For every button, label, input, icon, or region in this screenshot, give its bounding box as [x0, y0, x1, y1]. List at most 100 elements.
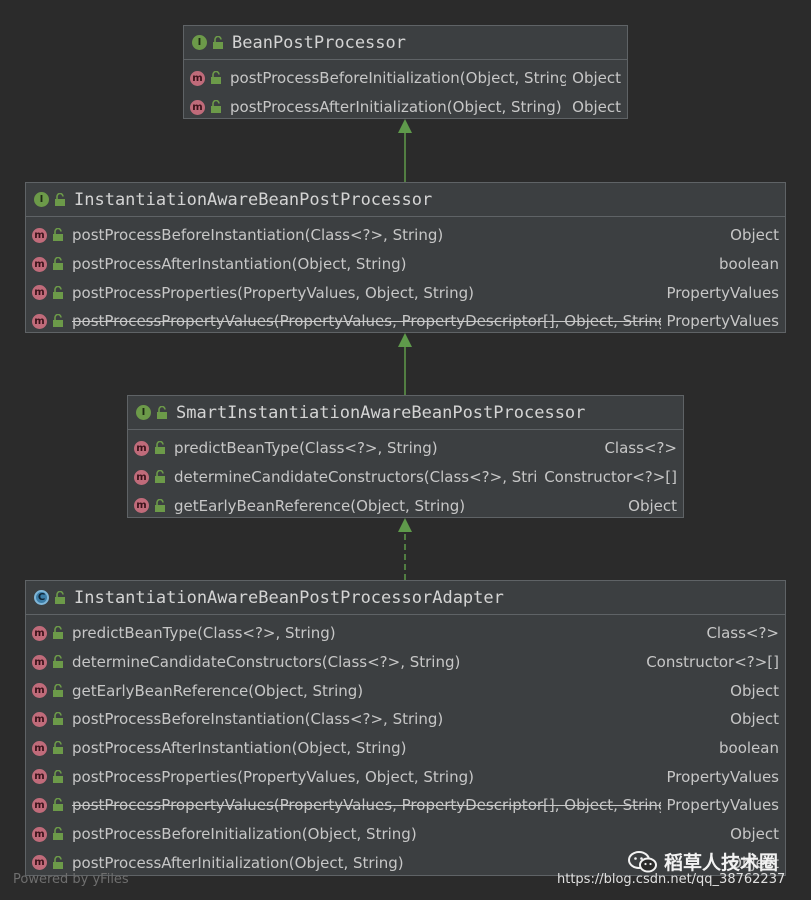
method-return-type: Object — [730, 226, 779, 245]
method-row[interactable]: m postProcessBeforeInstantiation(Class<?… — [26, 705, 785, 734]
method-row-deprecated[interactable]: m postProcessPropertyValues(PropertyValu… — [26, 791, 785, 820]
method-return-type: Object — [730, 825, 779, 844]
unlock-icon — [52, 855, 64, 870]
method-return-type: boolean — [719, 255, 779, 274]
method-signature: postProcessPropertyValues(PropertyValues… — [72, 312, 661, 331]
method-signature: postProcessProperties(PropertyValues, Ob… — [72, 283, 474, 302]
method-signature: postProcessAfterInitialization(Object, S… — [72, 853, 404, 872]
unlock-icon — [210, 71, 222, 85]
method-icon: m — [32, 227, 47, 243]
method-signature: postProcessBeforeInstantiation(Class<?>,… — [72, 710, 444, 729]
method-row[interactable]: m determineCandidateConstructors(Class<?… — [26, 648, 785, 677]
unlock-icon — [54, 590, 66, 605]
unlock-icon — [52, 228, 64, 242]
method-row[interactable]: m getEarlyBeanReference(Object, String) … — [26, 676, 785, 705]
unlock-icon — [52, 285, 64, 300]
wechat-icon — [628, 850, 657, 872]
method-icon: m — [32, 740, 47, 756]
method-return-type: PropertyValues — [666, 283, 779, 302]
method-icon: m — [190, 70, 205, 86]
method-row[interactable]: m postProcessAfterInitialization(Object,… — [184, 93, 627, 122]
method-return-type: PropertyValues — [666, 767, 779, 786]
method-signature: getEarlyBeanReference(Object, String) — [174, 496, 466, 515]
method-row[interactable]: m postProcessBeforeInitialization(Object… — [26, 820, 785, 849]
method-return-type: Class<?> — [604, 439, 677, 458]
method-signature: postProcessAfterInitialization(Object, S… — [230, 98, 562, 117]
method-icon: m — [134, 469, 149, 485]
unlock-icon — [54, 192, 66, 207]
watermark-text: 稻草人技术圈 — [664, 852, 779, 874]
class-box-bean-post-processor[interactable]: I BeanPostProcessor m postProcessBeforeI… — [183, 25, 628, 119]
unlock-icon — [154, 441, 166, 455]
method-row[interactable]: m postProcessBeforeInitialization(Object… — [184, 64, 627, 93]
method-icon: m — [32, 683, 47, 699]
method-row[interactable]: m postProcessAfterInstantiation(Object, … — [26, 250, 785, 279]
method-row[interactable]: m predictBeanType(Class<?>, String) Clas… — [26, 619, 785, 648]
unlock-icon — [52, 683, 64, 698]
method-signature: predictBeanType(Class<?>, String) — [174, 439, 438, 458]
method-signature: postProcessBeforeInitialization(Object, … — [230, 69, 567, 88]
unlock-icon — [52, 827, 64, 841]
unlock-icon — [156, 405, 168, 420]
unlock-icon — [52, 257, 64, 271]
method-icon: m — [32, 855, 47, 871]
method-row[interactable]: m predictBeanType(Class<?>, String) Clas… — [128, 434, 683, 463]
powered-by-label: Powered by yFiles — [13, 872, 129, 887]
unlock-icon — [52, 798, 64, 812]
method-row-deprecated[interactable]: m postProcessPropertyValues(PropertyValu… — [26, 307, 785, 336]
method-icon: m — [32, 256, 47, 272]
method-icon: m — [32, 654, 47, 670]
unlock-icon — [210, 100, 222, 114]
unlock-icon — [52, 741, 64, 755]
method-row[interactable]: m getEarlyBeanReference(Object, String) … — [128, 491, 683, 520]
method-signature: postProcessAfterInstantiation(Object, St… — [72, 255, 407, 274]
method-icon: m — [32, 769, 47, 785]
method-row[interactable]: m postProcessBeforeInstantiation(Class<?… — [26, 221, 785, 250]
method-signature: postProcessBeforeInstantiation(Class<?>,… — [72, 226, 444, 245]
class-title: BeanPostProcessor — [232, 32, 406, 53]
class-header: I InstantiationAwareBeanPostProcessor — [26, 183, 785, 217]
unlock-icon — [52, 626, 64, 640]
class-box-smart-instantiation-aware-bean-post-processor[interactable]: I SmartInstantiationAwareBeanPostProcess… — [127, 395, 684, 518]
method-return-type: PropertyValues — [666, 312, 779, 331]
method-list: m postProcessBeforeInitialization(Object… — [184, 60, 627, 121]
method-return-type: PropertyValues — [666, 796, 779, 815]
class-header: C InstantiationAwareBeanPostProcessorAda… — [26, 581, 785, 615]
unlock-icon — [52, 314, 64, 328]
method-icon: m — [190, 99, 205, 115]
class-title: InstantiationAwareBeanPostProcessorAdapt… — [74, 587, 504, 608]
method-return-type: Object — [572, 98, 621, 117]
unlock-icon — [52, 769, 64, 784]
unlock-icon — [154, 498, 166, 513]
method-return-type: Object — [572, 69, 621, 88]
method-icon: m — [32, 797, 47, 813]
method-signature: postProcessProperties(PropertyValues, Ob… — [72, 767, 474, 786]
method-icon: m — [32, 826, 47, 842]
method-signature: postProcessAfterInstantiation(Object, St… — [72, 739, 407, 758]
unlock-icon — [212, 35, 224, 50]
method-signature: postProcessBeforeInitialization(Object, … — [72, 825, 417, 844]
class-box-instantiation-aware-bean-post-processor-adapter[interactable]: C InstantiationAwareBeanPostProcessorAda… — [25, 580, 786, 876]
method-row[interactable]: m postProcessProperties(PropertyValues, … — [26, 278, 785, 307]
method-return-type: Object — [628, 496, 677, 515]
method-signature: getEarlyBeanReference(Object, String) — [72, 681, 364, 700]
method-return-type: Constructor<?>[] — [646, 653, 779, 672]
watermark: 稻草人技术圈 — [628, 848, 778, 875]
method-return-type: Constructor<?>[] — [544, 468, 677, 487]
method-row[interactable]: m determineCandidateConstructors(Class<?… — [128, 463, 683, 492]
abstract-class-icon: C — [34, 590, 49, 605]
method-signature: postProcessPropertyValues(PropertyValues… — [72, 796, 661, 815]
method-signature: determineCandidateConstructors(Class<?>,… — [174, 468, 539, 487]
unlock-icon — [52, 655, 64, 669]
class-header: I BeanPostProcessor — [184, 26, 627, 60]
class-header: I SmartInstantiationAwareBeanPostProcess… — [128, 396, 683, 430]
method-icon: m — [32, 625, 47, 641]
method-row[interactable]: m postProcessProperties(PropertyValues, … — [26, 762, 785, 791]
method-return-type: Class<?> — [706, 624, 779, 643]
method-list: m predictBeanType(Class<?>, String) Clas… — [26, 615, 785, 877]
method-row[interactable]: m postProcessAfterInstantiation(Object, … — [26, 734, 785, 763]
method-icon: m — [32, 285, 47, 301]
method-icon: m — [134, 440, 149, 456]
class-box-instantiation-aware-bean-post-processor[interactable]: I InstantiationAwareBeanPostProcessor m … — [25, 182, 786, 333]
method-return-type: Object — [730, 710, 779, 729]
